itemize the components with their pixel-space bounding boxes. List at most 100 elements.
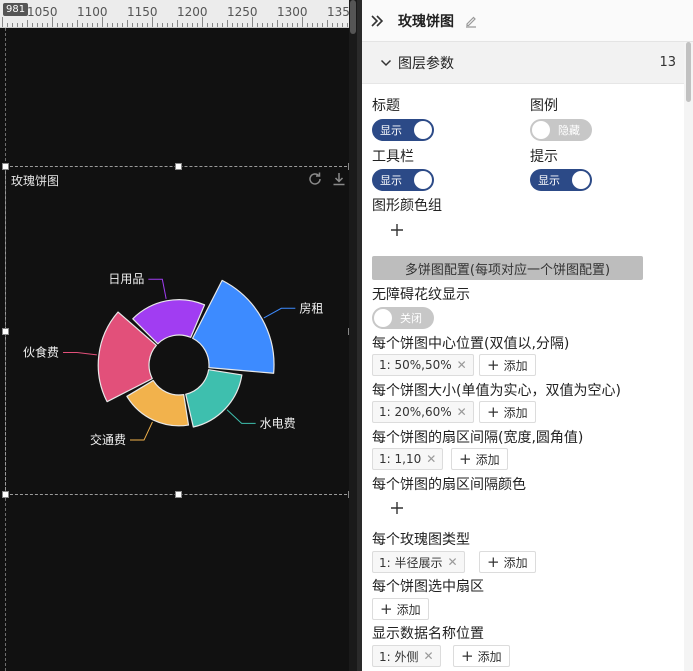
selected-sector-label: 每个饼图选中扇区 <box>372 579 484 595</box>
slice-label: 日用品 <box>108 272 144 286</box>
ruler-tick <box>222 23 223 27</box>
panel-scrollbar[interactable] <box>684 42 693 671</box>
pie-slice[interactable] <box>192 279 275 374</box>
ruler-tick <box>82 23 83 27</box>
close-icon[interactable]: ✕ <box>426 452 436 466</box>
label-position-tag[interactable]: 1: 外侧 ✕ <box>372 645 441 667</box>
ruler-tick <box>167 23 168 27</box>
ruler-tick <box>287 23 288 27</box>
tooltip-label: 提示 <box>530 149 558 165</box>
panel-header: 玫瑰饼图 <box>362 0 693 42</box>
ruler-tick <box>112 23 113 27</box>
label-position-add-button[interactable]: + 添加 <box>453 645 510 667</box>
download-icon[interactable] <box>331 171 347 187</box>
ruler-tick <box>267 23 268 27</box>
ruler-label: 1300 <box>277 5 308 19</box>
center-tag[interactable]: 1: 50%,50% ✕ <box>372 354 474 376</box>
tooltip-toggle[interactable]: 显示 <box>530 169 592 191</box>
rose-pie-chart: 房租水电费交通费 伙食费 日用品 <box>23 272 323 447</box>
plus-icon: + <box>461 646 474 665</box>
add-gap-color-plus-icon[interactable] <box>390 501 404 515</box>
ruler-tick <box>172 23 173 27</box>
ruler-tick <box>277 20 278 27</box>
panel-scroll-thumb[interactable] <box>686 42 691 102</box>
ruler-tick <box>27 20 28 27</box>
gap-add-button[interactable]: + 添加 <box>451 448 508 470</box>
label-position-label: 显示数据名称位置 <box>372 626 484 642</box>
a11y-pattern-toggle[interactable]: 关闭 <box>372 307 434 329</box>
slice-label: 伙食费 <box>23 344 59 359</box>
size-add-button[interactable]: + 添加 <box>479 401 536 423</box>
ruler-tick <box>127 20 128 27</box>
plus-icon: + <box>380 599 393 618</box>
legend-toggle[interactable]: 隐藏 <box>530 119 592 141</box>
ruler-tick <box>242 23 243 27</box>
toolbar-toggle[interactable]: 显示 <box>372 169 434 191</box>
title-label: 标题 <box>372 98 400 114</box>
double-chevron-right-icon[interactable] <box>370 14 384 28</box>
section-count: 13 <box>659 55 676 70</box>
ruler-tick <box>92 23 93 27</box>
layer-params-section-header[interactable]: 图层参数 13 <box>362 42 684 84</box>
gap-tag[interactable]: 1: 1,10 ✕ <box>372 448 444 470</box>
ruler-tick <box>37 23 38 27</box>
gap-label: 每个饼图的扇区间隔(宽度,圆角值) <box>372 430 584 446</box>
close-icon[interactable]: ✕ <box>457 358 467 372</box>
selected-sector-add-button[interactable]: + 添加 <box>372 598 429 620</box>
horizontal-ruler[interactable]: 1050 1100 1150 1200 1250 1300 1350 981 <box>0 0 357 28</box>
ruler-tick <box>192 23 193 27</box>
ruler-tick <box>32 23 33 27</box>
ruler-tick <box>57 23 58 27</box>
ruler-tick <box>117 23 118 27</box>
slice-label: 交通费 <box>90 432 126 447</box>
pie-chart-widget[interactable]: 房租 水电费 交通费 伙食费 日用品 玫瑰饼图 <box>2 163 355 498</box>
ruler-tick <box>187 23 188 27</box>
ruler-tick <box>42 23 43 27</box>
toolbar-label: 工具栏 <box>372 149 414 165</box>
rose-type-tag[interactable]: 1: 半径展示 ✕ <box>372 551 465 573</box>
ruler-tick <box>182 23 183 27</box>
pie-slice[interactable] <box>185 369 243 428</box>
section-title: 图层参数 <box>398 55 454 72</box>
slice-label: 房租 <box>299 300 323 315</box>
ruler-tick <box>17 23 18 27</box>
ruler-tick <box>342 23 343 27</box>
rose-type-add-button[interactable]: + 添加 <box>479 551 536 573</box>
close-icon[interactable]: ✕ <box>424 649 434 663</box>
ruler-tick <box>247 23 248 27</box>
edit-icon[interactable] <box>464 14 478 28</box>
refresh-icon[interactable] <box>307 171 323 187</box>
ruler-tick <box>62 23 63 27</box>
ruler-tick <box>237 23 238 27</box>
center-add-button[interactable]: + 添加 <box>479 354 536 376</box>
plus-icon: + <box>487 552 500 571</box>
ruler-tick <box>157 23 158 27</box>
ruler-tick <box>87 23 88 27</box>
ruler-tick <box>282 23 283 27</box>
multi-pie-config-button[interactable]: 多饼图配置(每项对应一个饼图配置) <box>372 256 643 280</box>
close-icon[interactable]: ✕ <box>448 555 458 569</box>
title-toggle[interactable]: 显示 <box>372 119 434 141</box>
ruler-tick <box>217 23 218 27</box>
ruler-tick <box>212 23 213 27</box>
design-canvas[interactable]: 1050 1100 1150 1200 1250 1300 1350 981 房租水电费交通… <box>0 0 357 671</box>
ruler-tick <box>272 23 273 27</box>
a11y-pattern-label: 无障碍花纹显示 <box>372 287 470 303</box>
add-color-plus-icon[interactable] <box>390 223 404 237</box>
canvas-scrollbar[interactable] <box>349 0 357 671</box>
ruler-tick <box>162 23 163 27</box>
rose-type-label: 每个玫瑰图类型 <box>372 532 470 548</box>
ruler-position-badge: 981 <box>3 3 29 16</box>
label-line <box>63 351 97 356</box>
ruler-label: 1100 <box>77 5 108 19</box>
close-icon[interactable]: ✕ <box>457 405 467 419</box>
ruler-tick <box>177 20 178 27</box>
ruler-tick <box>77 20 78 27</box>
ruler-tick <box>142 23 143 27</box>
ruler-tick <box>122 23 123 27</box>
ruler-tick <box>22 23 23 27</box>
ruler-tick <box>12 23 13 27</box>
slice-label: 水电费 <box>260 416 296 430</box>
canvas-scroll-thumb[interactable] <box>350 0 356 34</box>
size-tag[interactable]: 1: 20%,60% ✕ <box>372 401 474 423</box>
